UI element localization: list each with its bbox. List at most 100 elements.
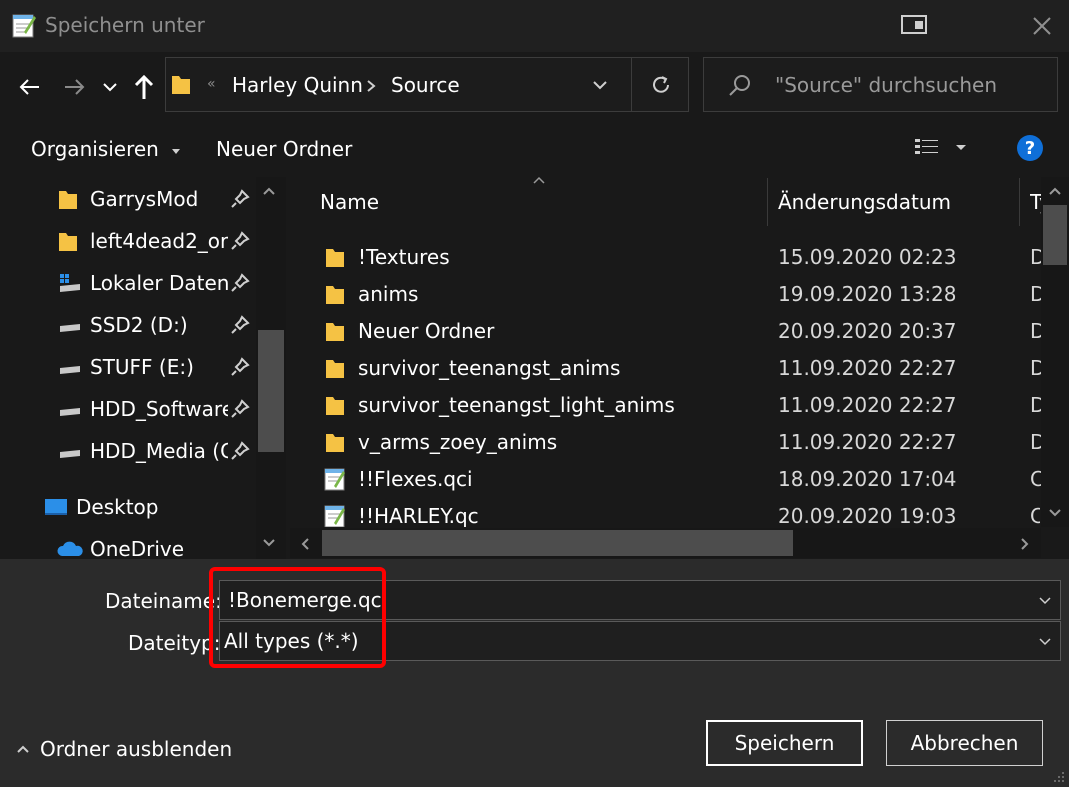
forward-arrow-icon[interactable] — [62, 73, 86, 101]
recent-chevron-down-icon[interactable] — [102, 73, 118, 101]
pin-icon[interactable] — [230, 189, 250, 209]
scroll-down-icon[interactable] — [1048, 508, 1062, 518]
file-date: 18.09.2020 17:04 — [778, 467, 957, 491]
chevron-up-icon — [17, 745, 29, 753]
column-divider[interactable] — [1019, 178, 1020, 226]
folder-icon — [59, 191, 77, 209]
file-row[interactable]: !Textures 15.09.2020 02:23 D — [290, 238, 1044, 275]
column-header-type[interactable]: Ty — [1030, 190, 1041, 214]
nav-item-label: STUFF (E:) — [90, 355, 194, 379]
file-type: C — [1030, 504, 1040, 527]
address-history-chevron-icon[interactable] — [592, 79, 608, 91]
cloud-icon — [57, 541, 83, 556]
column-divider[interactable] — [767, 178, 768, 226]
nav-item-label: HDD_Media (G — [90, 439, 228, 463]
file-date: 19.09.2020 13:28 — [778, 282, 957, 306]
nav-item-local-disk[interactable]: Lokaler Datenträ — [58, 264, 228, 302]
file-name: Neuer Ordner — [358, 319, 495, 343]
pin-icon[interactable] — [230, 231, 250, 251]
nav-item-label: GarrysMod — [90, 187, 199, 211]
search-icon — [729, 75, 750, 96]
nav-item-left4dead2[interactable]: left4dead2_orig — [58, 222, 228, 260]
pin-icon[interactable] — [230, 273, 250, 293]
nav-item-garrysmod[interactable]: GarrysMod — [58, 180, 225, 218]
scroll-up-icon[interactable] — [1048, 186, 1062, 196]
back-arrow-icon[interactable] — [18, 73, 42, 101]
folder-icon — [326, 434, 344, 452]
breadcrumb-source[interactable]: Source — [391, 73, 460, 97]
save-button[interactable]: Speichern — [706, 720, 863, 766]
drive-icon — [60, 324, 80, 332]
file-row[interactable]: anims 19.09.2020 13:28 D — [290, 275, 1044, 312]
nav-item-hdd-software[interactable]: HDD_Software — [58, 390, 228, 428]
file-row[interactable]: !!Flexes.qci 18.09.2020 17:04 C — [290, 460, 1044, 497]
file-date: 15.09.2020 02:23 — [778, 245, 957, 269]
column-header-date[interactable]: Änderungsdatum — [778, 190, 951, 214]
chevron-down-icon[interactable] — [1038, 636, 1052, 646]
highlight-annotation-box — [209, 567, 386, 668]
file-name: survivor_teenangst_light_anims — [358, 393, 675, 417]
nav-item-label: Lokaler Datenträ — [90, 271, 228, 295]
file-row[interactable]: survivor_teenangst_light_anims 11.09.202… — [290, 386, 1044, 423]
drive-icon — [60, 450, 80, 458]
horizontal-scrollbar-thumb[interactable] — [322, 530, 793, 556]
new-folder-button[interactable]: Neuer Ordner — [216, 137, 352, 161]
filetype-label: Dateityp: — [128, 631, 221, 655]
file-date: 20.09.2020 20:37 — [778, 319, 957, 343]
file-name: anims — [358, 282, 419, 306]
file-date: 11.09.2020 22:27 — [778, 393, 957, 417]
vertical-scrollbar-thumb[interactable] — [1043, 205, 1067, 265]
nav-scrollbar-thumb[interactable] — [258, 330, 284, 452]
folder-icon — [326, 360, 344, 378]
nav-item-label: left4dead2_orig — [90, 229, 228, 253]
nav-item-desktop[interactable]: Desktop — [44, 488, 158, 526]
help-button[interactable]: ? — [1017, 135, 1043, 161]
file-name: v_arms_zoey_anims — [358, 430, 558, 454]
organize-button[interactable]: Organisieren — [31, 137, 181, 161]
breadcrumb-overflow[interactable]: « — [207, 76, 216, 92]
folder-icon — [59, 233, 77, 251]
hide-folders-toggle[interactable]: Ordner ausblenden — [16, 737, 232, 761]
nav-scroll-down-icon[interactable] — [262, 538, 276, 548]
drive-icon — [60, 408, 80, 416]
scroll-right-icon[interactable] — [1020, 537, 1030, 551]
file-name: !!Flexes.qci — [358, 467, 473, 491]
pin-icon[interactable] — [230, 315, 250, 335]
pin-icon[interactable] — [230, 357, 250, 377]
refresh-icon[interactable] — [650, 74, 672, 96]
nav-item-stuff[interactable]: STUFF (E:) — [58, 348, 228, 386]
scroll-left-icon[interactable] — [300, 537, 310, 551]
nav-scroll-up-icon[interactable] — [262, 186, 276, 196]
sort-ascending-icon — [533, 176, 545, 184]
file-row[interactable]: Neuer Ordner 20.09.2020 20:37 D — [290, 312, 1044, 349]
window-title: Speichern unter — [45, 13, 205, 37]
breadcrumb-harley-quinn[interactable]: Harley Quinn — [232, 73, 363, 97]
resize-grip-icon[interactable] — [1050, 768, 1066, 784]
pin-icon[interactable] — [230, 399, 250, 419]
view-options-icon[interactable] — [914, 137, 940, 159]
windows-drive-icon — [60, 274, 80, 292]
view-dropdown-caret-icon[interactable] — [955, 143, 967, 151]
file-row[interactable]: v_arms_zoey_anims 11.09.2020 22:27 D — [290, 423, 1044, 460]
file-row[interactable]: survivor_teenangst_anims 11.09.2020 22:2… — [290, 349, 1044, 386]
column-header-name[interactable]: Name — [320, 190, 379, 214]
notepad-file-icon — [324, 468, 345, 491]
organize-label: Organisieren — [31, 137, 159, 161]
search-placeholder[interactable]: "Source" durchsuchen — [775, 73, 997, 97]
folder-icon — [172, 76, 190, 94]
cancel-button[interactable]: Abbrechen — [886, 720, 1043, 766]
file-date: 20.09.2020 19:03 — [778, 504, 957, 527]
file-row[interactable]: !!HARLEY.qc 20.09.2020 19:03 C — [290, 497, 1040, 527]
pin-icon[interactable] — [230, 441, 250, 461]
nav-item-ssd2[interactable]: SSD2 (D:) — [58, 306, 228, 344]
breadcrumb-separator-icon[interactable] — [365, 79, 377, 93]
up-arrow-icon[interactable] — [133, 73, 155, 101]
folder-icon — [326, 397, 344, 415]
chevron-down-icon[interactable] — [1038, 595, 1052, 605]
snap-layout-icon[interactable] — [900, 14, 928, 36]
caret-down-icon — [172, 148, 181, 154]
close-icon[interactable] — [1030, 14, 1054, 38]
nav-item-hdd-media[interactable]: HDD_Media (G — [58, 432, 228, 470]
folder-icon — [326, 323, 344, 341]
notepad-file-icon — [324, 505, 345, 527]
